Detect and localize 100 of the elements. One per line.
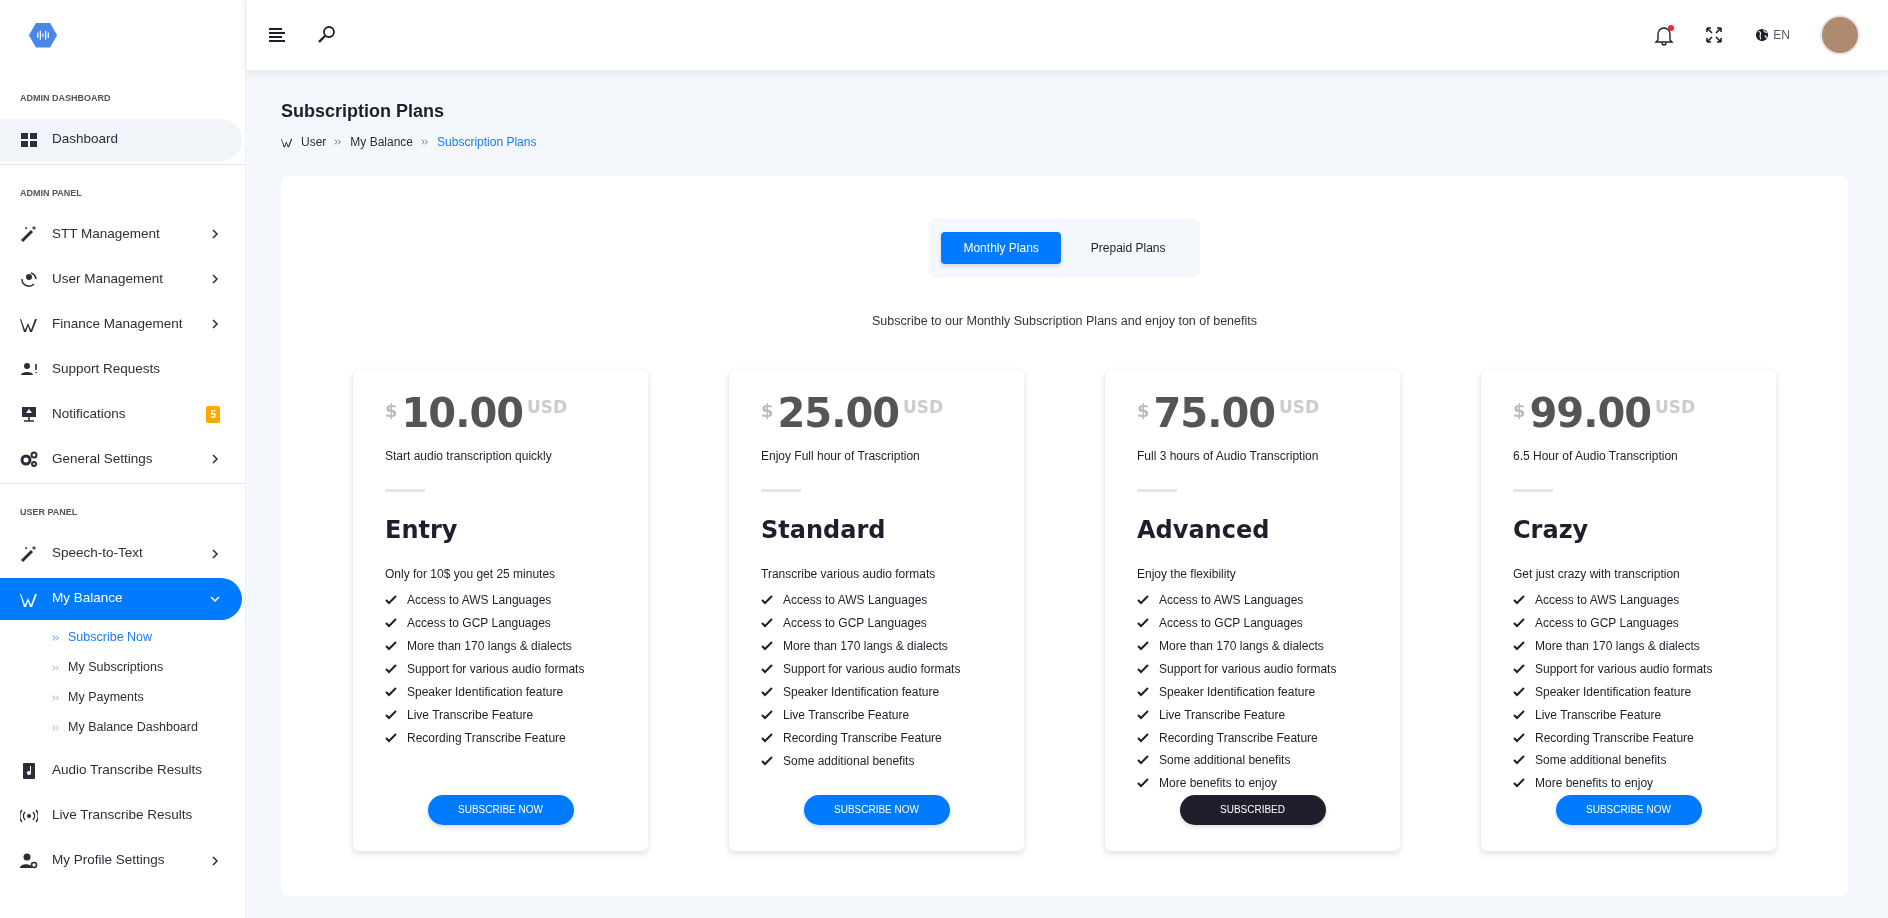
- plan-price: 10.00: [401, 392, 524, 433]
- bell-icon[interactable]: [1653, 24, 1676, 46]
- sidebar-item[interactable]: General Settings: [0, 438, 242, 480]
- user-gear-icon: [20, 851, 38, 870]
- check-icon: [385, 617, 397, 630]
- check-icon: [1137, 754, 1149, 767]
- submenu-item[interactable]: My Balance Dashboard: [52, 712, 245, 743]
- currency-symbol: $: [1513, 398, 1526, 423]
- check-icon: [1137, 685, 1149, 698]
- user-sync-icon: [20, 270, 38, 288]
- sidebar-item[interactable]: STT Management: [0, 213, 242, 255]
- feature-text: More than 170 langs & dialects: [407, 638, 572, 656]
- feature-text: Recording Transcribe Feature: [407, 730, 566, 748]
- check-icon: [761, 663, 773, 676]
- breadcrumb-link[interactable]: My Balance: [350, 133, 414, 151]
- sidebar-item[interactable]: User Management: [0, 258, 242, 300]
- double-chevron-icon: [52, 663, 60, 672]
- check-icon: [1137, 594, 1149, 607]
- check-icon: [385, 640, 397, 653]
- check-icon: [1137, 731, 1149, 744]
- monitor-icon: [20, 405, 38, 423]
- plan-price: 75.00: [1153, 392, 1276, 433]
- subscribe-button[interactable]: SUBSCRIBE NOW: [1555, 794, 1702, 825]
- feature-text: Live Transcribe Feature: [1159, 706, 1286, 724]
- count-badge: 5: [206, 405, 220, 423]
- user-alert-icon: [20, 360, 38, 378]
- grid-icon: [20, 130, 38, 149]
- currency-symbol: $: [761, 398, 774, 423]
- subscribed-button[interactable]: SUBSCRIBED: [1179, 794, 1326, 825]
- currency-symbol: $: [1137, 398, 1150, 423]
- feature-text: Live Transcribe Feature: [407, 707, 534, 725]
- feature-text: Recording Transcribe Feature: [1159, 729, 1318, 747]
- breadcrumb-link[interactable]: User: [301, 133, 327, 151]
- avatar-placeholder[interactable]: [1820, 15, 1860, 55]
- sidebar-item[interactable]: Speech-to-Text: [0, 532, 242, 575]
- plan-tab[interactable]: Prepaid Plans: [1068, 232, 1188, 264]
- sidebar-item[interactable]: Live Transcribe Results: [0, 794, 242, 837]
- feature-text: Access to AWS Languages: [1159, 592, 1304, 610]
- check-icon: [1137, 708, 1149, 721]
- section-title: ADMIN PANEL: [19, 186, 83, 200]
- music-file-icon: [20, 761, 38, 780]
- sidebar-item[interactable]: Finance Management: [0, 303, 242, 345]
- check-icon: [1513, 777, 1525, 790]
- check-icon: [385, 732, 397, 745]
- check-icon: [761, 755, 773, 768]
- feature-text: Access to GCP Languages: [407, 615, 551, 633]
- subscribe-button[interactable]: SUBSCRIBE NOW: [803, 794, 950, 825]
- check-icon: [1137, 639, 1149, 652]
- check-icon: [1513, 617, 1525, 630]
- feature-text: More than 170 langs & dialects: [783, 638, 948, 656]
- feature-text: Some additional benefits: [783, 753, 915, 771]
- check-icon: [761, 594, 773, 607]
- feature-text: Some additional benefits: [1535, 752, 1667, 770]
- sidebar-item[interactable]: Dashboard: [0, 118, 242, 161]
- submenu-item[interactable]: My Payments: [52, 682, 245, 713]
- plan-name: Entry: [385, 514, 459, 546]
- feature-text: More benefits to enjoy: [1159, 775, 1278, 793]
- check-icon: [1137, 662, 1149, 675]
- check-icon: [385, 663, 397, 676]
- feature-text: Support for various audio formats: [783, 661, 961, 679]
- feature-text: Speaker Identification feature: [407, 684, 564, 702]
- feature-text: Access to AWS Languages: [1535, 592, 1680, 610]
- feature-text: Support for various audio formats: [407, 661, 585, 679]
- language-selector[interactable]: EN: [1755, 26, 1790, 44]
- feature-text: Recording Transcribe Feature: [1535, 729, 1694, 747]
- plan-summary: Enjoy the flexibility: [1137, 565, 1237, 583]
- sidebar-item[interactable]: Support Requests: [0, 348, 242, 390]
- check-icon: [761, 640, 773, 653]
- plan-summary: Get just crazy with transcription: [1513, 565, 1681, 583]
- sidebar-item[interactable]: Audio Transcribe Results: [0, 749, 242, 792]
- page-title: Subscription Plans: [281, 100, 446, 123]
- feature-text: Speaker Identification feature: [1535, 683, 1692, 701]
- submenu-item[interactable]: Subscribe Now: [52, 622, 245, 653]
- check-icon: [385, 709, 397, 722]
- breadcrumb-current: Subscription Plans: [437, 134, 537, 151]
- plan-tab[interactable]: Monthly Plans: [941, 232, 1061, 264]
- section-title: USER PANEL: [19, 506, 79, 519]
- check-icon: [1513, 639, 1525, 652]
- globe-icon: [1755, 28, 1770, 42]
- sidebar-item[interactable]: My Profile Settings: [0, 839, 242, 882]
- gears-icon: [20, 450, 38, 468]
- feature-text: More benefits to enjoy: [1535, 775, 1654, 793]
- double-chevron-icon: [52, 693, 60, 702]
- plan-name: Crazy: [1513, 514, 1590, 546]
- sidebar-item[interactable]: My Balance: [0, 577, 242, 620]
- feature-text: Some additional benefits: [1159, 752, 1291, 770]
- feature-text: Live Transcribe Feature: [1535, 706, 1662, 724]
- feature-text: Access to AWS Languages: [407, 592, 552, 610]
- subscribe-button[interactable]: SUBSCRIBE NOW: [427, 794, 574, 825]
- plan-tagline: Enjoy Full hour of Trascription: [761, 447, 921, 465]
- currency-symbol: $: [385, 398, 398, 423]
- submenu-item[interactable]: My Subscriptions: [52, 652, 245, 683]
- feature-text: Speaker Identification feature: [783, 684, 940, 702]
- feature-text: Access to AWS Languages: [783, 592, 928, 610]
- check-icon: [1513, 731, 1525, 744]
- section-title: ADMIN DASHBOARD: [19, 92, 112, 105]
- sidebar-item[interactable]: Notifications 5: [0, 393, 242, 435]
- feature-text: More than 170 langs & dialects: [1535, 637, 1700, 655]
- feature-text: Recording Transcribe Feature: [783, 730, 942, 748]
- plan-price: 99.00: [1529, 392, 1652, 433]
